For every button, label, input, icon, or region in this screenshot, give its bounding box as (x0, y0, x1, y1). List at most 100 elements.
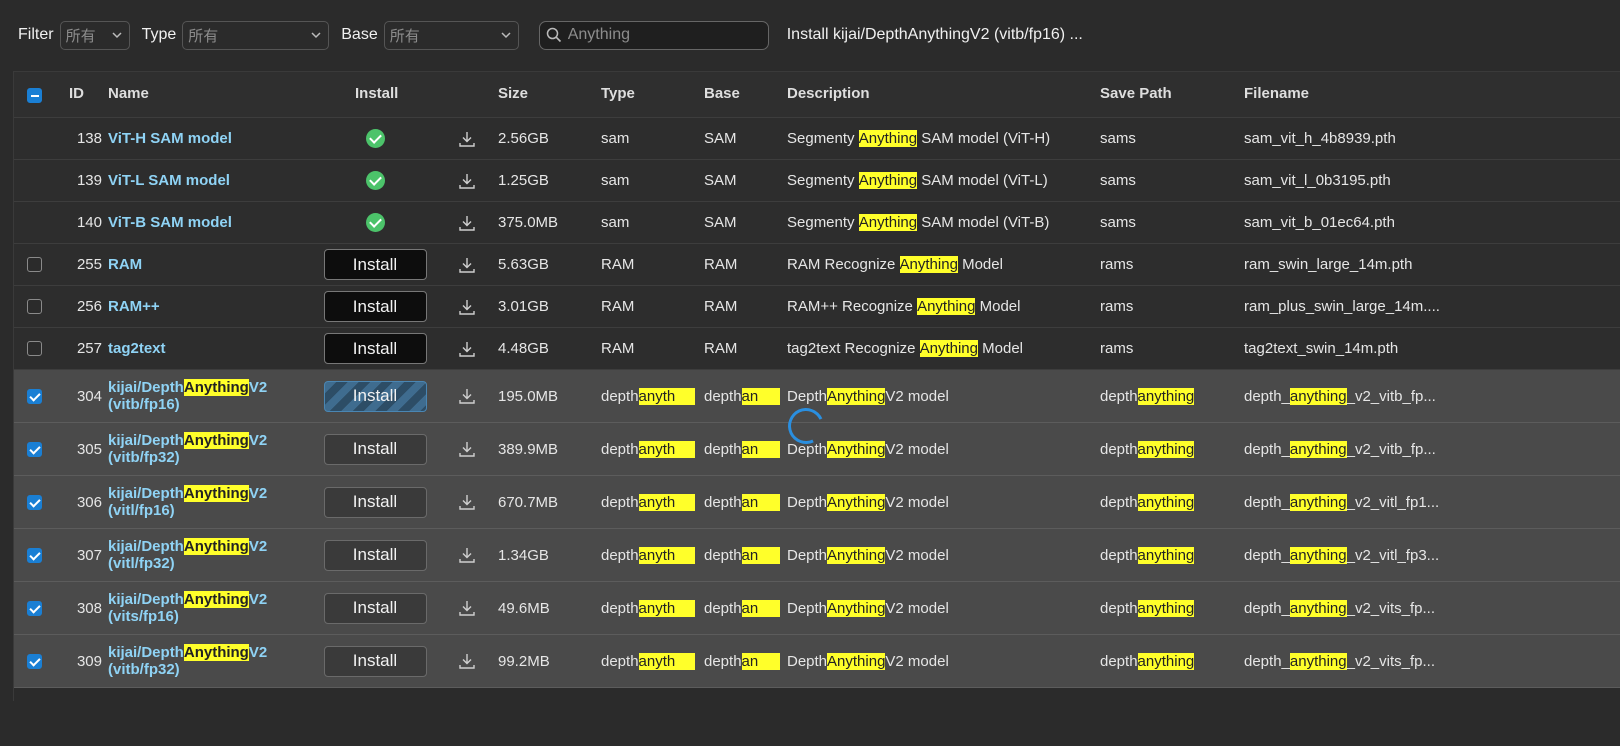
row-checkbox[interactable] (26, 547, 42, 563)
row-checkbox[interactable] (26, 600, 42, 616)
name-text: V2 (248, 538, 268, 555)
filter-select[interactable]: 所有 (59, 20, 130, 50)
path-text: depth (1100, 493, 1138, 511)
row-select-cell[interactable] (24, 370, 44, 422)
row-type: depth anyth (601, 635, 699, 687)
download-icon[interactable] (458, 440, 476, 458)
select-all-cell[interactable] (24, 72, 44, 118)
header-id[interactable]: ID (69, 85, 84, 102)
download-cell[interactable] (454, 476, 480, 528)
row-select-cell[interactable] (24, 328, 44, 369)
base-select[interactable]: 所有 (383, 20, 519, 50)
table-row[interactable]: 307 kijai/DepthAnythingV2 (vitl/fp32) Ins… (14, 529, 1620, 582)
row-checkbox[interactable] (26, 441, 42, 457)
row-name-link[interactable]: RAM++ (108, 286, 308, 327)
table-row[interactable]: 140 ViT-B SAM model 375.0MB sam SAM Segm… (14, 202, 1620, 244)
row-name-link[interactable]: kijai/DepthAnythingV2 (vitb/fp32) (108, 635, 308, 687)
search-highlight: an (741, 387, 780, 405)
header-install[interactable]: Install (355, 85, 398, 102)
row-name-link[interactable]: kijai/DepthAnythingV2 (vitl/fp32) (108, 529, 308, 581)
row-select-cell[interactable] (24, 244, 44, 285)
download-icon[interactable] (458, 214, 476, 232)
row-name-link[interactable]: kijai/DepthAnythingV2 (vitb/fp32) (108, 423, 308, 475)
row-select-cell[interactable] (24, 635, 44, 687)
download-icon[interactable] (458, 298, 476, 316)
download-cell[interactable] (454, 286, 480, 327)
download-cell[interactable] (454, 635, 480, 687)
header-save-path[interactable]: Save Path (1100, 85, 1172, 102)
row-name-link[interactable]: ViT-L SAM model (108, 160, 308, 201)
type-select[interactable]: 所有 (182, 20, 330, 50)
header-name[interactable]: Name (108, 85, 149, 102)
row-name-link[interactable]: kijai/DepthAnythingV2 (vits/fp16) (108, 582, 308, 634)
row-checkbox[interactable] (26, 388, 42, 404)
install-button[interactable]: Install (323, 486, 427, 518)
table-row[interactable]: 308 kijai/DepthAnythingV2 (vits/fp16) Ins… (14, 582, 1620, 635)
download-cell[interactable] (454, 244, 480, 285)
header-type[interactable]: Type (601, 85, 635, 102)
row-name-link[interactable]: kijai/DepthAnythingV2 (vitl/fp16) (108, 476, 308, 528)
download-cell[interactable] (454, 370, 480, 422)
row-checkbox[interactable] (26, 299, 42, 314)
row-type: RAM (601, 340, 635, 357)
install-button[interactable]: Install (323, 333, 427, 364)
row-select-cell[interactable] (24, 582, 44, 634)
search-input[interactable] (567, 26, 758, 44)
search-box[interactable] (538, 20, 769, 50)
row-name-link[interactable]: ViT-B SAM model (108, 202, 308, 243)
install-button[interactable]: Install (323, 249, 427, 280)
download-cell[interactable] (454, 202, 480, 243)
install-button[interactable]: Install (323, 291, 427, 322)
download-icon[interactable] (458, 546, 476, 564)
row-checkbox[interactable] (26, 494, 42, 510)
download-icon[interactable] (458, 493, 476, 511)
table-row[interactable]: 306 kijai/DepthAnythingV2 (vitl/fp16) Ins… (14, 476, 1620, 529)
install-button[interactable]: Install (323, 433, 427, 465)
header-filename[interactable]: Filename (1244, 85, 1309, 102)
install-button[interactable]: Install (323, 592, 427, 624)
install-button[interactable]: Install (323, 645, 427, 677)
row-name-link[interactable]: kijai/DepthAnythingV2 (vitb/fp16) (108, 370, 308, 422)
download-cell[interactable] (454, 423, 480, 475)
download-cell[interactable] (454, 160, 480, 201)
path-text: depth (1100, 652, 1138, 670)
download-icon[interactable] (458, 340, 476, 358)
download-cell[interactable] (454, 529, 480, 581)
row-base: RAM (704, 340, 738, 357)
download-icon[interactable] (458, 172, 476, 190)
row-name-link[interactable]: ViT-H SAM model (108, 118, 308, 159)
header-size[interactable]: Size (498, 85, 528, 102)
file-text: _v2_vitl_fp3... (1346, 546, 1440, 564)
row-select-cell[interactable] (24, 423, 44, 475)
table-row[interactable]: 309 kijai/DepthAnythingV2 (vitb/fp32) Ins… (14, 635, 1620, 688)
download-icon[interactable] (458, 652, 476, 670)
header-base[interactable]: Base (704, 85, 740, 102)
download-cell[interactable] (454, 118, 480, 159)
select-all-checkbox[interactable] (26, 87, 42, 103)
file-text: _v2_vits_fp... (1346, 599, 1435, 617)
row-base: depth an (704, 476, 784, 528)
table-row[interactable]: 257 tag2text Install 4.48GB RAM RAM tag2… (14, 328, 1620, 370)
row-name-link[interactable]: RAM (108, 244, 308, 285)
download-icon[interactable] (458, 387, 476, 405)
row-checkbox[interactable] (26, 653, 42, 669)
download-icon[interactable] (458, 130, 476, 148)
table-row[interactable]: 138 ViT-H SAM model 2.56GB sam SAM Segme… (14, 118, 1620, 160)
table-row[interactable]: 255 RAM Install 5.63GB RAM RAM RAM Recog… (14, 244, 1620, 286)
row-checkbox[interactable] (26, 341, 42, 356)
download-icon[interactable] (458, 256, 476, 274)
row-select-cell[interactable] (24, 529, 44, 581)
row-select-cell[interactable] (24, 476, 44, 528)
row-select-cell[interactable] (24, 286, 44, 327)
download-icon[interactable] (458, 599, 476, 617)
download-cell[interactable] (454, 582, 480, 634)
row-filename: sam_vit_l_0b3195.pth (1244, 172, 1391, 189)
install-button[interactable]: Install (323, 539, 427, 571)
row-name-link[interactable]: tag2text (108, 328, 308, 369)
row-checkbox[interactable] (26, 257, 42, 272)
table-row[interactable]: 256 RAM++ Install 3.01GB RAM RAM RAM++ R… (14, 286, 1620, 328)
table-row[interactable]: 139 ViT-L SAM model 1.25GB sam SAM Segme… (14, 160, 1620, 202)
install-button-in-progress[interactable]: Install (323, 380, 427, 412)
header-description[interactable]: Description (787, 85, 870, 102)
download-cell[interactable] (454, 328, 480, 369)
